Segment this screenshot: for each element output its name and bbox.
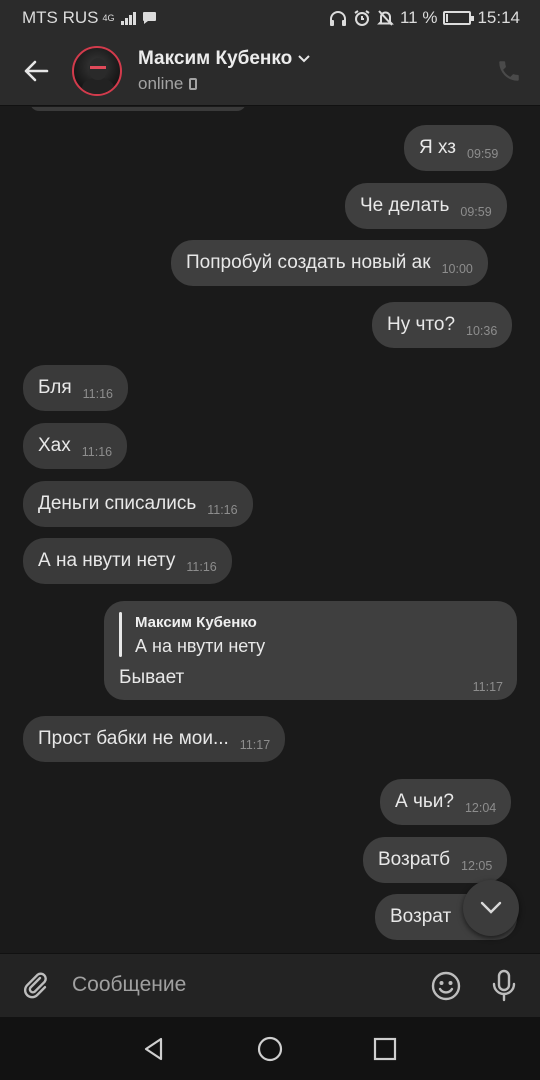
message-text: А чьи? (395, 791, 454, 812)
message-bubble-reply[interactable]: Максим Кубенко А на нвути нету Бывает 11… (104, 601, 517, 700)
message-bubble-outgoing[interactable]: Че делать 09:59 (345, 183, 507, 229)
message-time: 11:16 (82, 387, 113, 401)
message-time: 12:05 (461, 859, 493, 873)
message-time: 11:17 (472, 680, 503, 694)
nav-back-icon[interactable] (141, 1036, 167, 1062)
message-bubble-incoming[interactable]: Деньги списались 11:16 (23, 481, 253, 527)
phone-icon[interactable] (496, 58, 522, 84)
message-composer: Сообщение (0, 953, 540, 1017)
message-time: 11:17 (239, 738, 271, 752)
message-text: Ну что? (387, 314, 456, 335)
chat-header: Максим Кубенко online (0, 36, 540, 106)
clock: 15:14 (477, 8, 520, 27)
signal-icon (120, 11, 136, 25)
smiley-icon[interactable] (430, 970, 462, 1002)
online-status: online (138, 74, 184, 93)
message-bubble-outgoing[interactable]: Ну что? 10:36 (372, 302, 513, 348)
microphone-icon[interactable] (490, 969, 518, 1003)
message-time: 09:59 (460, 205, 492, 219)
carrier-label: MTS RUS (22, 8, 99, 27)
message-notification-icon (142, 12, 156, 24)
message-bubble-incoming[interactable]: Бля 11:16 (23, 365, 128, 411)
message-bubble-incoming[interactable]: Прост бабки не мои... 11:17 (23, 716, 286, 762)
headphones-icon (329, 10, 346, 26)
message-time: 11:16 (81, 445, 113, 459)
message-text: Деньги списались (38, 493, 197, 514)
message-time: 11:16 (207, 503, 238, 517)
avatar[interactable] (72, 46, 122, 96)
message-bubble-incoming[interactable]: Хах 11:16 (23, 423, 128, 469)
message-text: Че делать (360, 195, 450, 216)
paperclip-icon[interactable] (20, 970, 52, 1002)
message-text: Бывает (119, 667, 185, 688)
message-input[interactable]: Сообщение (72, 973, 186, 997)
chevron-down-icon (298, 55, 310, 63)
message-bubble-outgoing[interactable]: Возратб 12:05 (363, 837, 508, 883)
reply-quoted-text: А на нвути нету (135, 636, 266, 656)
mute-bell-icon (377, 10, 394, 26)
network-label: 4G (102, 12, 115, 23)
battery-percent: 11 % (399, 8, 438, 27)
message-bubble-incoming[interactable]: А на нвути нету 11:16 (23, 538, 232, 584)
message-bubble-outgoing[interactable]: А чьи? 12:04 (380, 779, 512, 825)
alarm-icon (354, 10, 370, 26)
contact-status: online (138, 74, 198, 94)
arrow-left-icon (24, 60, 49, 82)
message-list[interactable]: Я хз 09:59 Че делать 09:59 Попробуй создат… (0, 107, 540, 952)
message-text: Возратб (378, 849, 451, 870)
chevron-down-icon (480, 901, 502, 914)
message-time: 10:36 (466, 324, 498, 338)
message-text: Я хз (419, 137, 456, 158)
nav-recents-icon[interactable] (373, 1037, 397, 1061)
contact-name-button[interactable]: Максим Кубенко (138, 48, 310, 70)
message-bubble-partial (30, 107, 246, 111)
battery-icon (443, 11, 475, 25)
message-bubble-outgoing[interactable]: Попробуй создать новый ак 10:00 (171, 240, 488, 286)
message-bubble-outgoing[interactable]: Я хз 09:59 (404, 125, 514, 171)
status-bar: MTS RUS 4G 11 % 15:14 (0, 0, 540, 36)
system-nav-bar (0, 1017, 540, 1080)
message-text: Прост бабки не мои... (38, 728, 229, 749)
message-text: Хах (38, 435, 71, 456)
message-text: А на нвути нету (38, 550, 176, 571)
message-time: 09:59 (467, 147, 499, 161)
nav-home-icon[interactable] (257, 1036, 283, 1062)
message-time: 12:04 (464, 801, 497, 815)
reply-author: Максим Кубенко (135, 614, 257, 631)
message-text: Возрат (390, 906, 452, 927)
message-time: 10:00 (441, 262, 473, 276)
mobile-device-icon (189, 78, 198, 90)
back-button[interactable] (18, 53, 54, 89)
reply-quote-bar (119, 612, 122, 657)
contact-name: Максим Кубенко (138, 48, 293, 69)
message-time: 11:16 (186, 560, 217, 574)
message-text: Бля (38, 377, 72, 398)
scroll-down-button[interactable] (463, 880, 519, 936)
message-text: Попробуй создать новый ак (186, 252, 431, 273)
